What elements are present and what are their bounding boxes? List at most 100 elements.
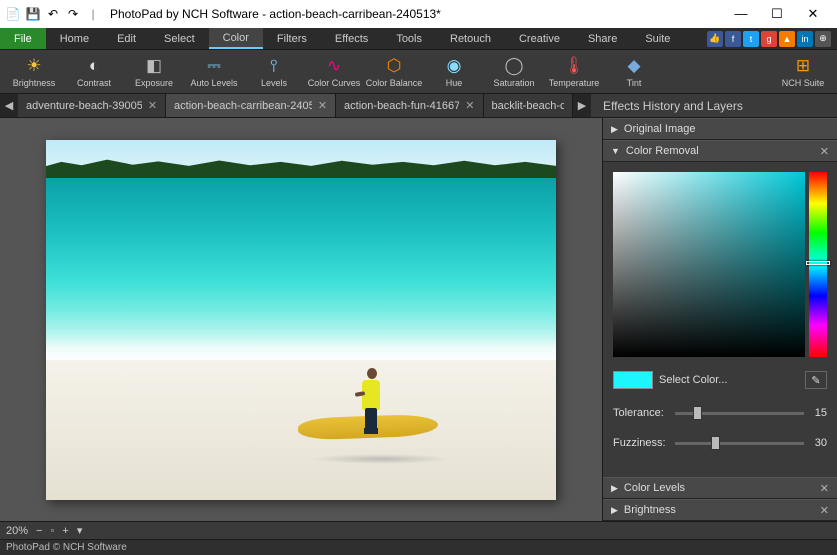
menu-edit[interactable]: Edit xyxy=(103,28,150,49)
tab-scroll-left[interactable]: ◀ xyxy=(0,94,18,117)
share-icon[interactable]: ▲ xyxy=(779,31,795,47)
close-icon[interactable]: ✕ xyxy=(820,504,829,517)
tab-label: adventure-beach-390051 xyxy=(26,100,142,112)
ribbon-color-balance[interactable]: ⬡Color Balance xyxy=(364,50,424,94)
ribbon-tint[interactable]: ◆ Tint xyxy=(604,50,664,94)
status-text: PhotoPad © NCH Software xyxy=(6,542,127,553)
window-title: PhotoPad by NCH Software - action-beach-… xyxy=(110,7,729,21)
ribbon-label: Exposure xyxy=(135,78,173,88)
like-icon[interactable]: 👍 xyxy=(707,31,723,47)
redo-icon[interactable]: ↷ xyxy=(64,5,82,23)
ribbon-levels[interactable]: ⫯ Levels xyxy=(244,50,304,94)
tint-icon: ◆ xyxy=(624,56,644,76)
google-plus-icon[interactable]: g xyxy=(761,31,777,47)
ribbon-label: Temperature xyxy=(549,78,600,88)
tolerance-slider[interactable] xyxy=(675,412,804,415)
menu-share[interactable]: Share xyxy=(574,28,631,49)
social-icons: 👍 f t g ▲ in ⊕ xyxy=(707,28,837,49)
levels-icon: ⫯ xyxy=(264,56,284,76)
tab-close-icon[interactable]: ✕ xyxy=(465,99,474,112)
tolerance-value: 15 xyxy=(810,407,827,419)
maximize-button[interactable]: ☐ xyxy=(765,6,789,22)
select-color-button[interactable]: Select Color... xyxy=(659,374,799,386)
chevron-right-icon: ▶ xyxy=(611,505,618,516)
ribbon-hue[interactable]: ◉ Hue xyxy=(424,50,484,94)
tolerance-label: Tolerance: xyxy=(613,407,669,419)
more-icon[interactable]: ⊕ xyxy=(815,31,831,47)
document-tab[interactable]: action-beach-carribean-240513* ✕ xyxy=(166,94,336,117)
menu-select[interactable]: Select xyxy=(150,28,209,49)
linkedin-icon[interactable]: in xyxy=(797,31,813,47)
zoom-dropdown[interactable]: ▾ xyxy=(77,524,83,537)
fuzziness-slider[interactable] xyxy=(675,442,804,445)
nch-suite-button[interactable]: ⊞ NCH Suite xyxy=(773,50,833,94)
ribbon-label: Color Curves xyxy=(308,78,361,88)
status-bar: PhotoPad © NCH Software xyxy=(0,539,837,555)
tab-label: action-beach-carribean-240513* xyxy=(174,100,312,112)
ribbon-label: Saturation xyxy=(493,78,534,88)
titlebar-separator: | xyxy=(84,5,102,23)
zoom-reset-button[interactable]: ◦ xyxy=(50,525,54,537)
ribbon-exposure[interactable]: ◧Exposure xyxy=(124,50,184,94)
document-tab[interactable]: adventure-beach-390051 ✕ xyxy=(18,94,166,117)
menu-effects[interactable]: Effects xyxy=(321,28,382,49)
ribbon-label: Tint xyxy=(627,78,642,88)
accordion-color-removal[interactable]: ▼ Color Removal ✕ xyxy=(603,140,837,162)
close-icon[interactable]: ✕ xyxy=(820,482,829,495)
image-canvas[interactable] xyxy=(46,140,556,500)
color-swatch[interactable] xyxy=(613,371,653,389)
menu-filters[interactable]: Filters xyxy=(263,28,321,49)
ribbon-temperature[interactable]: 🌡Temperature xyxy=(544,50,604,94)
brightness-icon: ☀ xyxy=(24,56,44,76)
save-icon[interactable]: 💾 xyxy=(24,5,42,23)
menu-retouch[interactable]: Retouch xyxy=(436,28,505,49)
ribbon-brightness[interactable]: ☀Brightness xyxy=(4,50,64,94)
app-icon: 📄 xyxy=(4,5,22,23)
twitter-icon[interactable]: t xyxy=(743,31,759,47)
document-tab[interactable]: action-beach-fun-416676✕ xyxy=(336,94,483,117)
accordion-brightness[interactable]: ▶ Brightness ✕ xyxy=(603,499,837,521)
menu-tools[interactable]: Tools xyxy=(382,28,436,49)
hue-icon: ◉ xyxy=(444,56,464,76)
saturation-icon: ◯ xyxy=(504,56,524,76)
tab-close-icon[interactable]: ✕ xyxy=(148,99,157,112)
document-tab[interactable]: backlit-beach-cl xyxy=(484,94,573,117)
undo-icon[interactable]: ↶ xyxy=(44,5,62,23)
ribbon-label: Color Balance xyxy=(366,78,423,88)
facebook-icon[interactable]: f xyxy=(725,31,741,47)
ribbon-auto-levels[interactable]: ⎓ Auto Levels xyxy=(184,50,244,94)
close-icon[interactable]: ✕ xyxy=(820,145,829,158)
ribbon-saturation[interactable]: ◯ Saturation xyxy=(484,50,544,94)
canvas-area[interactable] xyxy=(0,118,602,521)
accordion-label: Color Removal xyxy=(626,145,699,157)
fuzziness-label: Fuzziness: xyxy=(613,437,669,449)
suite-icon: ⊞ xyxy=(793,56,813,76)
side-panel: ▶ Original Image ▼ Color Removal ✕ Selec… xyxy=(602,118,837,521)
ribbon-label: Hue xyxy=(446,78,463,88)
menu-home[interactable]: Home xyxy=(46,28,103,49)
zoom-value: 20% xyxy=(6,525,28,537)
hue-slider[interactable] xyxy=(809,172,827,357)
ribbon-color-curves[interactable]: ∿Color Curves xyxy=(304,50,364,94)
tab-scroll-right[interactable]: ▶ xyxy=(573,94,591,117)
tab-label: backlit-beach-cl xyxy=(492,100,564,112)
tab-close-icon[interactable]: ✕ xyxy=(318,99,327,112)
close-button[interactable]: ✕ xyxy=(801,6,825,22)
document-tabs: ◀ adventure-beach-390051✕action-beach-ca… xyxy=(0,94,837,118)
accordion-label: Original Image xyxy=(624,123,696,135)
accordion-original-image[interactable]: ▶ Original Image xyxy=(603,118,837,140)
accordion-color-levels[interactable]: ▶ Color Levels ✕ xyxy=(603,477,837,499)
ribbon-label: Auto Levels xyxy=(190,78,237,88)
eyedropper-button[interactable]: ✎ xyxy=(805,371,827,389)
ribbon-label: Levels xyxy=(261,78,287,88)
ribbon-contrast[interactable]: ◐Contrast xyxy=(64,50,124,94)
menu-color[interactable]: Color xyxy=(209,28,263,49)
minimize-button[interactable]: — xyxy=(729,6,753,22)
menu-file[interactable]: File xyxy=(0,28,46,49)
zoom-out-button[interactable]: − xyxy=(36,525,42,537)
menu-creative[interactable]: Creative xyxy=(505,28,574,49)
saturation-value-picker[interactable] xyxy=(613,172,805,357)
menu-suite[interactable]: Suite xyxy=(631,28,684,49)
zoom-in-button[interactable]: + xyxy=(62,525,68,537)
auto-levels-icon: ⎓ xyxy=(204,56,224,76)
